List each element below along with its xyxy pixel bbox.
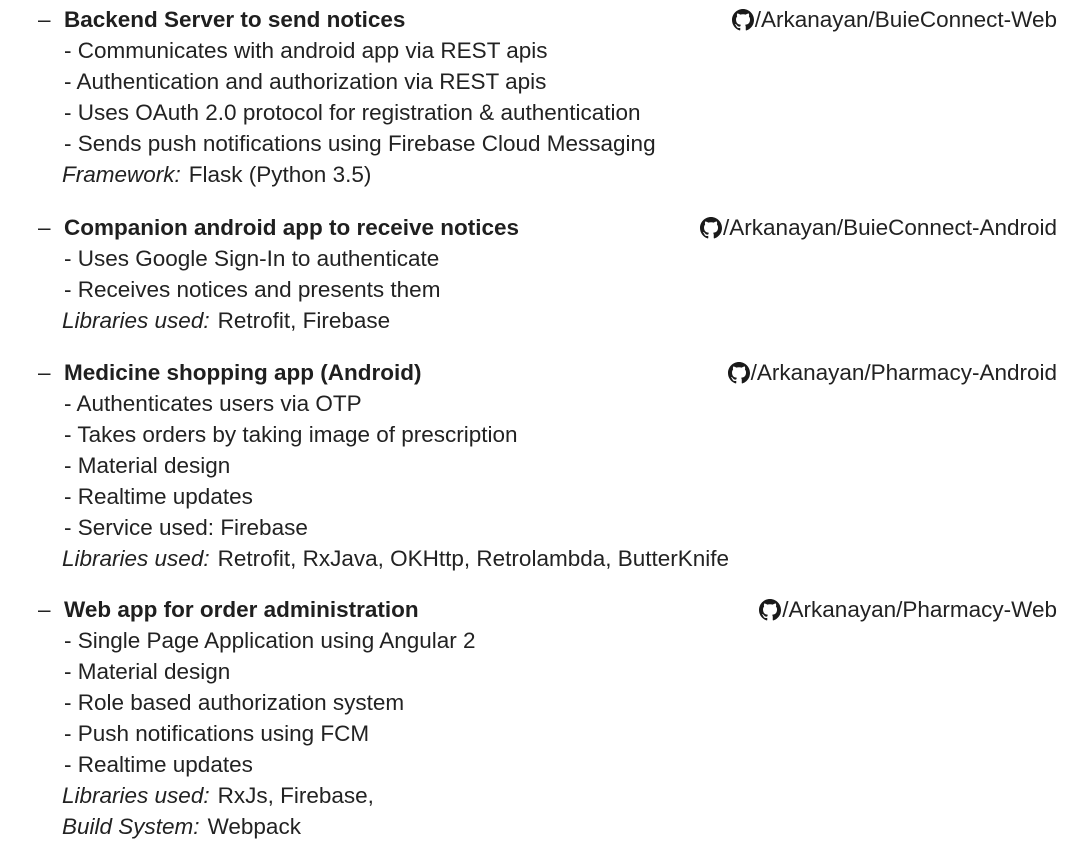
- bullet-line: - Push notifications using FCM: [64, 721, 370, 746]
- github-icon: [731, 8, 754, 31]
- meta-line: Libraries used: RxJs, Firebase,: [0, 780, 1089, 811]
- bullet-line: - Uses OAuth 2.0 protocol for registrati…: [64, 100, 641, 125]
- project-entry: – Medicine shopping app (Android) /Arkan…: [0, 357, 1089, 574]
- meta-value: Flask (Python 3.5): [188, 162, 372, 187]
- github-icon: [727, 361, 750, 384]
- project-header: – Backend Server to send notices /Arkana…: [0, 4, 1089, 35]
- project-header: – Web app for order administration /Arka…: [0, 594, 1089, 625]
- project-title: Backend Server to send notices: [64, 7, 406, 32]
- meta-value: Webpack: [207, 814, 301, 839]
- meta-value: RxJs, Firebase,: [217, 783, 374, 808]
- bullet-line: - Realtime updates: [64, 484, 253, 509]
- repo-path: /Arkanayan/BuieConnect-Android: [723, 215, 1057, 240]
- projects-document: – Backend Server to send notices /Arkana…: [0, 0, 1089, 850]
- repo-link[interactable]: /Arkanayan/BuieConnect-Web: [731, 4, 1057, 35]
- bullet-line: - Receives notices and presents them: [64, 277, 441, 302]
- project-title: Web app for order administration: [64, 597, 419, 622]
- meta-label: Libraries used:: [62, 546, 210, 571]
- meta-line: Framework: Flask (Python 3.5): [0, 159, 1089, 190]
- bullet-line: - Sends push notifications using Firebas…: [64, 131, 656, 156]
- meta-line: Libraries used: Retrofit, RxJava, OKHttp,…: [0, 543, 1089, 574]
- meta-label: Libraries used:: [62, 308, 210, 333]
- project-header: – Medicine shopping app (Android) /Arkan…: [0, 357, 1089, 388]
- repo-link[interactable]: /Arkanayan/BuieConnect-Android: [700, 212, 1057, 243]
- project-title: Medicine shopping app (Android): [64, 360, 422, 385]
- meta-line: Libraries used: Retrofit, Firebase: [0, 305, 1089, 336]
- bullet-line: - Takes orders by taking image of prescr…: [64, 422, 518, 447]
- bullet-line: - Single Page Application using Angular …: [64, 628, 476, 653]
- repo-path: /Arkanayan/Pharmacy-Web: [782, 597, 1057, 622]
- bullet-line: - Authentication and authorization via R…: [64, 69, 547, 94]
- github-icon: [700, 216, 723, 239]
- entry-dash: –: [38, 7, 51, 32]
- project-entry: – Backend Server to send notices /Arkana…: [0, 4, 1089, 190]
- meta-line: Build System: Webpack: [0, 811, 1089, 842]
- meta-label: Framework:: [62, 162, 181, 187]
- project-header: – Companion android app to receive notic…: [0, 212, 1089, 243]
- repo-link[interactable]: /Arkanayan/Pharmacy-Web: [759, 594, 1057, 625]
- repo-path: /Arkanayan/Pharmacy-Android: [750, 360, 1057, 385]
- project-entry: – Companion android app to receive notic…: [0, 212, 1089, 336]
- entry-dash: –: [38, 215, 51, 240]
- project-title: Companion android app to receive notices: [64, 215, 520, 240]
- repo-path: /Arkanayan/BuieConnect-Web: [754, 7, 1057, 32]
- meta-label: Build System:: [62, 814, 200, 839]
- entry-dash: –: [38, 597, 51, 622]
- entry-dash: –: [38, 360, 51, 385]
- meta-value: Retrofit, Firebase: [217, 308, 391, 333]
- github-icon: [759, 598, 782, 621]
- bullet-line: - Authenticates users via OTP: [64, 391, 362, 416]
- meta-value: Retrofit, RxJava, OKHttp, Retrolambda, B…: [217, 546, 730, 571]
- bullet-line: - Material design: [64, 453, 231, 478]
- bullet-line: - Realtime updates: [64, 752, 253, 777]
- bullet-line: - Uses Google Sign-In to authenticate: [64, 246, 440, 271]
- project-entry: – Web app for order administration /Arka…: [0, 594, 1089, 842]
- repo-link[interactable]: /Arkanayan/Pharmacy-Android: [727, 357, 1057, 388]
- bullet-line: - Communicates with android app via REST…: [64, 38, 548, 63]
- bullet-line: - Role based authorization system: [64, 690, 405, 715]
- bullet-line: - Material design: [64, 659, 231, 684]
- meta-label: Libraries used:: [62, 783, 210, 808]
- bullet-line: - Service used: Firebase: [64, 515, 308, 540]
